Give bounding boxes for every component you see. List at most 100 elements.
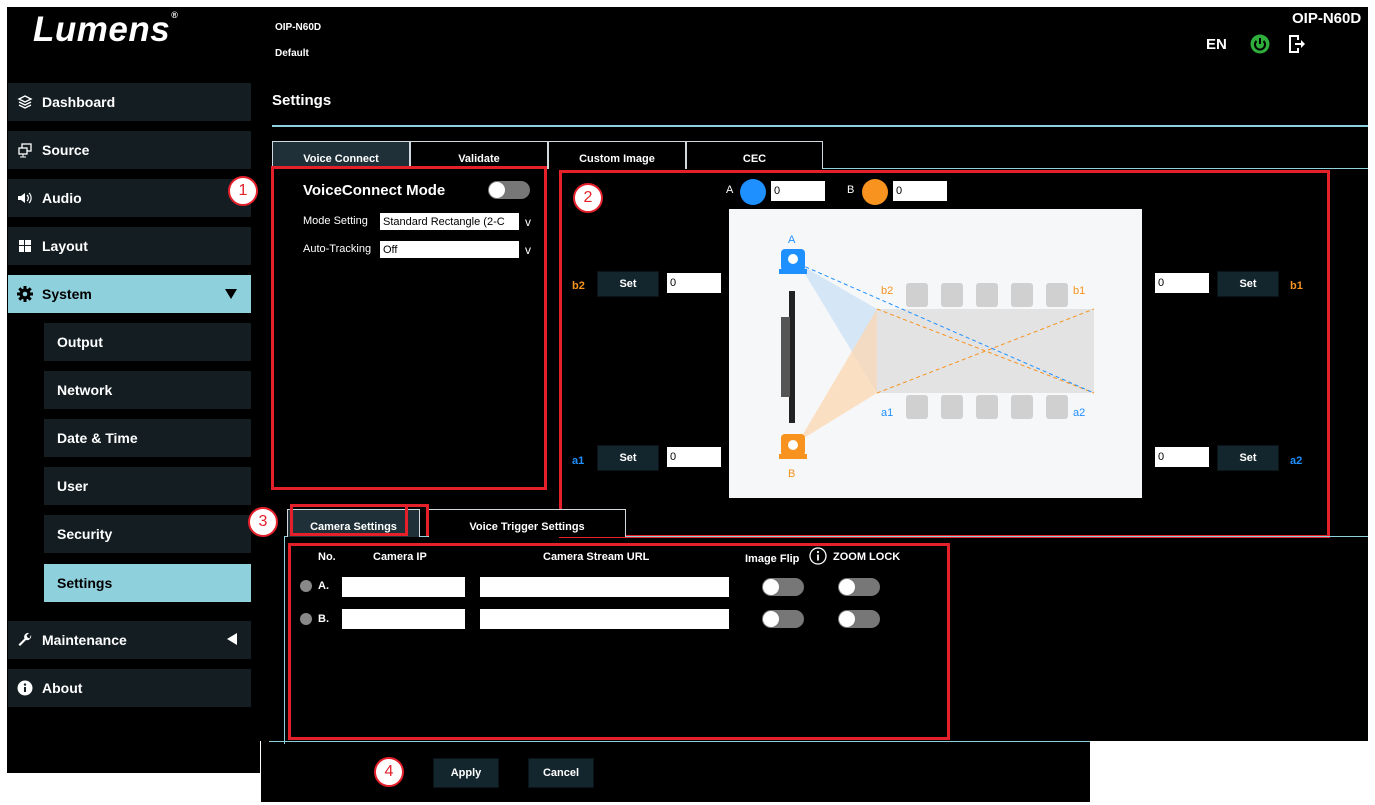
mode-setting-select[interactable]: Standard Rectangle (2-C v xyxy=(380,213,537,230)
camera-panel-left-rule xyxy=(284,536,285,744)
diagram-label-a1: a1 xyxy=(881,407,893,419)
col-header-camera-ip: Camera IP xyxy=(373,551,427,563)
sidebar-item-layout[interactable]: Layout xyxy=(8,227,251,265)
wrench-icon xyxy=(8,632,42,648)
sidebar-subitem-settings[interactable]: Settings xyxy=(44,564,251,602)
language-button[interactable]: EN xyxy=(1206,36,1227,53)
set-b1-button[interactable]: Set xyxy=(1217,271,1279,297)
sidebar-subitem-network[interactable]: Network xyxy=(44,371,251,409)
page-title: Settings xyxy=(272,92,332,109)
layout-icon xyxy=(8,238,42,254)
gear-icon xyxy=(8,285,42,303)
sidebar-item-label: Audio xyxy=(42,190,82,206)
annotation-marker-1: 1 xyxy=(228,176,258,206)
sidebar-item-source[interactable]: Source xyxy=(8,131,251,169)
a1-input[interactable]: 0 xyxy=(667,447,721,467)
apply-button[interactable]: Apply xyxy=(433,758,499,788)
a1-label: a1 xyxy=(572,455,585,467)
annotation-box-3 xyxy=(288,543,950,740)
info-icon[interactable] xyxy=(809,547,827,565)
sidebar-item-label: Layout xyxy=(42,238,88,254)
chevron-down-icon: v xyxy=(519,241,537,258)
col-header-image-flip: Image Flip xyxy=(745,553,800,565)
auto-tracking-label: Auto-Tracking xyxy=(303,243,372,255)
camera-a-zoom-lock-toggle[interactable] xyxy=(838,578,880,596)
camera-a-ip-input[interactable] xyxy=(342,577,465,597)
sidebar-item-label: Maintenance xyxy=(42,632,127,648)
annotation-box-3b xyxy=(405,504,429,536)
col-header-stream-url: Camera Stream URL xyxy=(543,551,650,563)
camera-b-image-flip-toggle[interactable] xyxy=(762,610,804,628)
annotation-marker-4: 4 xyxy=(374,757,404,787)
camera-a-input[interactable]: 0 xyxy=(771,181,825,201)
device-model-right: OIP-N60D xyxy=(1292,10,1362,27)
set-a1-button[interactable]: Set xyxy=(597,445,659,471)
tab-cec[interactable]: CEC xyxy=(686,141,823,169)
diagram-label-a: A xyxy=(788,234,796,246)
sidebar-item-audio[interactable]: Audio xyxy=(8,179,251,217)
auto-tracking-value: Off xyxy=(383,243,398,256)
device-model: OIP-N60D xyxy=(275,22,322,33)
camera-b-url-input[interactable] xyxy=(480,609,729,629)
source-icon xyxy=(8,142,42,158)
sidebar-item-label: About xyxy=(42,680,83,696)
tab-voice-connect[interactable]: Voice Connect xyxy=(272,141,410,169)
b2-input[interactable]: 0 xyxy=(667,273,721,293)
camera-a-status-dot xyxy=(300,580,312,592)
camera-a-color-dot xyxy=(740,179,766,205)
camera-b-zoom-lock-toggle[interactable] xyxy=(838,610,880,628)
tab-validate[interactable]: Validate xyxy=(410,141,548,169)
caret-left-icon xyxy=(227,632,237,648)
logout-icon[interactable] xyxy=(1286,34,1306,54)
sidebar-subitem-user[interactable]: User xyxy=(44,467,251,505)
camera-b-input[interactable]: 0 xyxy=(893,181,947,201)
b2-label: b2 xyxy=(572,280,585,292)
sidebar-subitem-output[interactable]: Output xyxy=(44,323,251,361)
set-b2-button[interactable]: Set xyxy=(597,271,659,297)
b1-label: b1 xyxy=(1290,280,1303,292)
mode-setting-value: Standard Rectangle (2-C xyxy=(383,215,505,228)
col-header-zoom-lock: ZOOM LOCK xyxy=(833,551,901,563)
sidebar-item-label: System xyxy=(42,286,92,302)
voiceconnect-mode-toggle[interactable] xyxy=(488,181,530,199)
diagram-label-b2: b2 xyxy=(881,285,893,297)
speaker-icon xyxy=(8,190,42,206)
camera-a-label: A xyxy=(726,184,734,196)
diagram-label-b: B xyxy=(788,468,795,480)
camera-a-url-input[interactable] xyxy=(480,577,729,597)
chevron-down-icon: v xyxy=(519,213,537,230)
col-header-no: No. xyxy=(318,551,336,563)
a2-input[interactable]: 0 xyxy=(1155,447,1209,467)
title-divider xyxy=(272,125,1368,127)
sidebar-item-dashboard[interactable]: Dashboard xyxy=(8,83,251,121)
auto-tracking-select[interactable]: Off v xyxy=(380,241,537,258)
profile-name: Default xyxy=(275,48,309,59)
sidebar-item-maintenance[interactable]: Maintenance xyxy=(8,621,251,659)
b1-input[interactable]: 0 xyxy=(1155,273,1209,293)
camera-b-color-dot xyxy=(862,179,888,205)
camera-a-no: A. xyxy=(318,580,329,592)
cancel-button[interactable]: Cancel xyxy=(528,758,594,788)
annotation-marker-2: 2 xyxy=(573,183,603,213)
info-icon xyxy=(8,680,42,696)
sidebar-item-label: Source xyxy=(42,142,90,158)
camera-b-ip-input[interactable] xyxy=(342,609,465,629)
action-bar-divider xyxy=(269,741,1090,742)
camera-b-status-dot xyxy=(300,613,312,625)
annotation-box-3a xyxy=(290,504,408,536)
a2-label: a2 xyxy=(1290,455,1303,467)
camera-a-image-flip-toggle[interactable] xyxy=(762,578,804,596)
sidebar-subitem-security[interactable]: Security xyxy=(44,515,251,553)
room-diagram: A B b2 b1 a1 a2 xyxy=(729,209,1142,498)
power-icon[interactable] xyxy=(1250,34,1270,54)
tab-custom-image[interactable]: Custom Image xyxy=(548,141,686,169)
sidebar-item-about[interactable]: About xyxy=(8,669,251,707)
sidebar-subitem-date-time[interactable]: Date & Time xyxy=(44,419,251,457)
set-a2-button[interactable]: Set xyxy=(1217,445,1279,471)
camera-b-label: B xyxy=(847,184,855,196)
tab-voice-trigger-settings[interactable]: Voice Trigger Settings xyxy=(428,509,626,537)
sidebar-item-system[interactable]: System xyxy=(8,275,251,313)
mode-setting-label: Mode Setting xyxy=(303,215,368,227)
caret-down-icon xyxy=(225,286,237,302)
layers-icon xyxy=(8,94,42,110)
